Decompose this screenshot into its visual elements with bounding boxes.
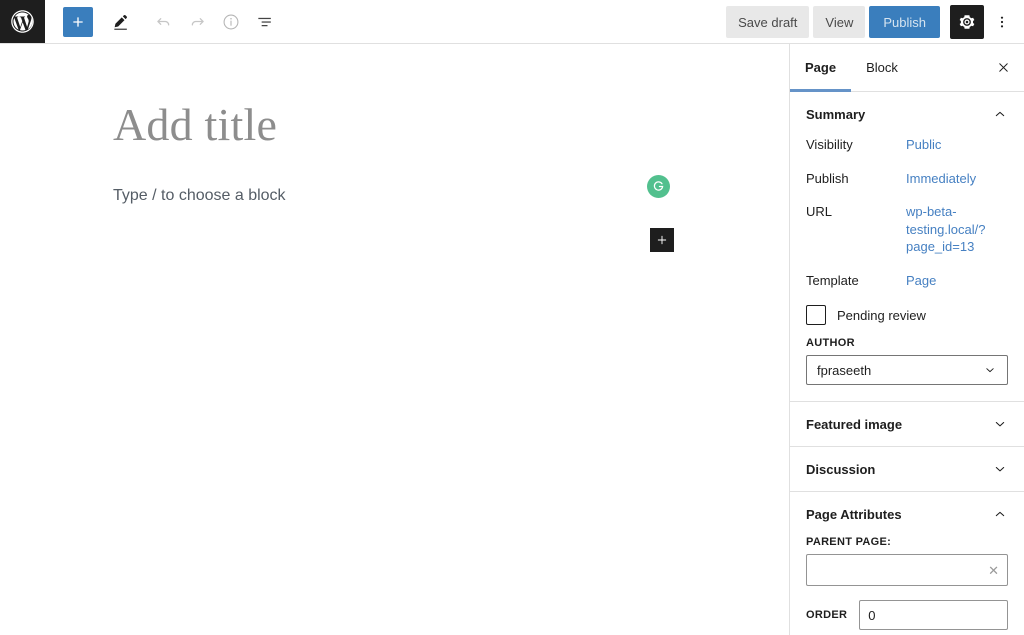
- editor-canvas[interactable]: Add title Type / to choose a block: [0, 44, 789, 635]
- author-select[interactable]: fpraseeth: [806, 355, 1008, 385]
- template-label: Template: [806, 272, 906, 288]
- summary-row-visibility: Visibility Public: [806, 136, 1008, 154]
- parent-page-label: PARENT PAGE:: [806, 536, 1008, 548]
- inline-block-inserter-button[interactable]: [650, 228, 674, 252]
- save-draft-button[interactable]: Save draft: [726, 6, 809, 38]
- chevron-down-icon: [992, 416, 1008, 432]
- wordpress-block-editor: Save draft View Publish Add title: [0, 0, 1024, 635]
- panel-featured-image-title: Featured image: [806, 417, 902, 432]
- url-value: wp-beta-testing.local/?page_id=13: [906, 203, 986, 256]
- author-field-label: AUTHOR: [806, 337, 1008, 349]
- publish-label: Publish: [806, 170, 906, 186]
- pending-review-label: Pending review: [837, 308, 926, 323]
- summary-row-url: URL wp-beta-testing.local/?page_id=13: [806, 203, 1008, 256]
- pencil-icon: [111, 12, 131, 32]
- panel-summary: Summary Visibility Public Publish Immedi…: [790, 92, 1024, 402]
- panel-featured-image: Featured image: [790, 402, 1024, 447]
- close-sidebar-button[interactable]: [988, 53, 1018, 83]
- url-label: URL: [806, 203, 906, 219]
- panel-discussion: Discussion: [790, 447, 1024, 492]
- template-value: Page: [906, 272, 936, 290]
- visibility-value: Public: [906, 136, 941, 154]
- panel-page-attributes-title: Page Attributes: [806, 507, 902, 522]
- tab-page[interactable]: Page: [790, 44, 851, 91]
- panel-discussion-header[interactable]: Discussion: [790, 447, 1024, 491]
- undo-button[interactable]: [147, 6, 179, 38]
- grammarly-badge-icon[interactable]: [647, 175, 670, 198]
- editor-options-button[interactable]: [988, 5, 1016, 39]
- redo-arrow-icon: [188, 12, 207, 31]
- gear-icon: [958, 13, 976, 31]
- redo-button[interactable]: [181, 6, 213, 38]
- editor-header-toolbar: Save draft View Publish: [0, 0, 1024, 44]
- template-link[interactable]: Page: [906, 272, 936, 290]
- header-left-tools: [45, 6, 281, 38]
- publish-value: Immediately: [906, 170, 976, 188]
- more-vertical-dots-icon: [993, 13, 1011, 31]
- chevron-down-icon: [983, 363, 997, 377]
- list-view-button[interactable]: [249, 6, 281, 38]
- parent-page-input[interactable]: ✕: [806, 554, 1008, 586]
- list-view-icon: [255, 12, 275, 32]
- default-block-placeholder[interactable]: Type / to choose a block: [113, 187, 286, 205]
- pending-review-checkbox[interactable]: [806, 305, 826, 325]
- settings-sidebar: Page Block Summary Visibility Pub: [789, 44, 1024, 635]
- summary-row-template: Template Page: [806, 272, 1008, 290]
- grammarly-g-glyph: [651, 179, 666, 194]
- chevron-up-icon: [992, 506, 1008, 522]
- chevron-up-icon: [992, 106, 1008, 122]
- clear-x-icon[interactable]: ✕: [988, 564, 999, 577]
- tools-pencil-button[interactable]: [105, 6, 137, 38]
- panel-featured-image-header[interactable]: Featured image: [790, 402, 1024, 446]
- panel-summary-title: Summary: [806, 107, 865, 122]
- order-label: ORDER: [806, 609, 847, 621]
- panel-summary-body: Visibility Public Publish Immediately UR…: [790, 136, 1024, 401]
- info-circle-icon: [221, 12, 241, 32]
- order-input[interactable]: 0: [859, 600, 1008, 630]
- order-row: ORDER 0: [806, 600, 1008, 630]
- plus-icon: [70, 14, 86, 30]
- panel-page-attributes-header[interactable]: Page Attributes: [790, 492, 1024, 536]
- publish-date-link[interactable]: Immediately: [906, 170, 976, 188]
- close-x-icon: [996, 60, 1011, 75]
- pending-review-row[interactable]: Pending review: [806, 305, 1008, 325]
- panel-discussion-title: Discussion: [806, 462, 875, 477]
- permalink-link[interactable]: wp-beta-testing.local/?page_id=13: [906, 203, 986, 256]
- block-inserter-toggle-button[interactable]: [63, 7, 93, 37]
- settings-sidebar-toggle-button[interactable]: [950, 5, 984, 39]
- tab-block[interactable]: Block: [851, 44, 913, 91]
- publish-button[interactable]: Publish: [869, 6, 940, 38]
- author-select-value: fpraseeth: [817, 363, 871, 378]
- view-button[interactable]: View: [813, 6, 865, 38]
- visibility-label: Visibility: [806, 136, 906, 152]
- wordpress-logo-glyph: [9, 8, 36, 35]
- sidebar-tabs: Page Block: [790, 44, 1024, 92]
- document-details-button[interactable]: [215, 6, 247, 38]
- post-title-input[interactable]: Add title: [113, 100, 277, 151]
- visibility-link[interactable]: Public: [906, 136, 941, 154]
- undo-arrow-icon: [154, 12, 173, 31]
- panel-page-attributes-body: PARENT PAGE: ✕ ORDER 0: [790, 536, 1024, 635]
- chevron-down-icon: [992, 461, 1008, 477]
- panel-page-attributes: Page Attributes PARENT PAGE: ✕ ORDER 0: [790, 492, 1024, 635]
- panel-summary-header[interactable]: Summary: [790, 92, 1024, 136]
- wordpress-logo-icon[interactable]: [0, 0, 45, 43]
- header-right-actions: Save draft View Publish: [726, 0, 1024, 44]
- summary-row-publish: Publish Immediately: [806, 170, 1008, 188]
- plus-icon: [655, 233, 669, 247]
